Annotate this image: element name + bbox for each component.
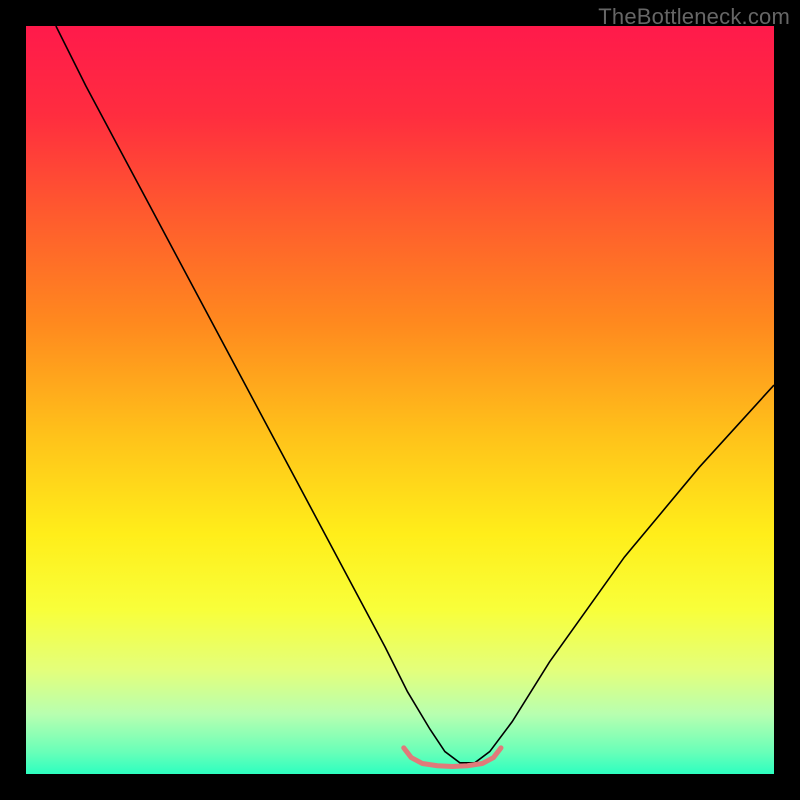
chart-svg [26, 26, 774, 774]
watermark-text: TheBottleneck.com [598, 4, 790, 30]
gradient-background [26, 26, 774, 774]
plot-area [26, 26, 774, 774]
chart-frame: TheBottleneck.com [0, 0, 800, 800]
